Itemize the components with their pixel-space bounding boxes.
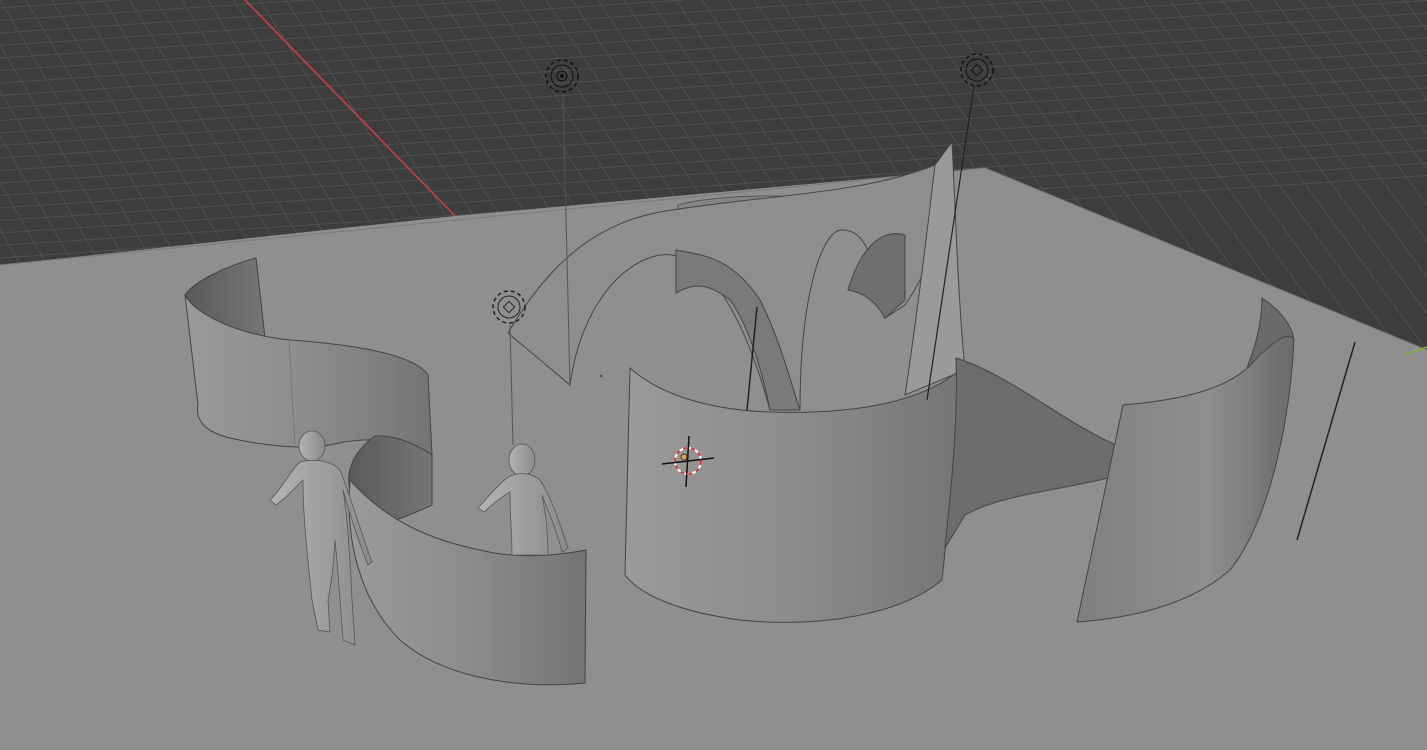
figure-2-head [508, 443, 536, 477]
figure-1-head [298, 430, 326, 462]
viewport-scene[interactable] [0, 0, 1427, 750]
3d-viewport[interactable] [0, 0, 1427, 750]
object-origin-dot [599, 374, 603, 378]
